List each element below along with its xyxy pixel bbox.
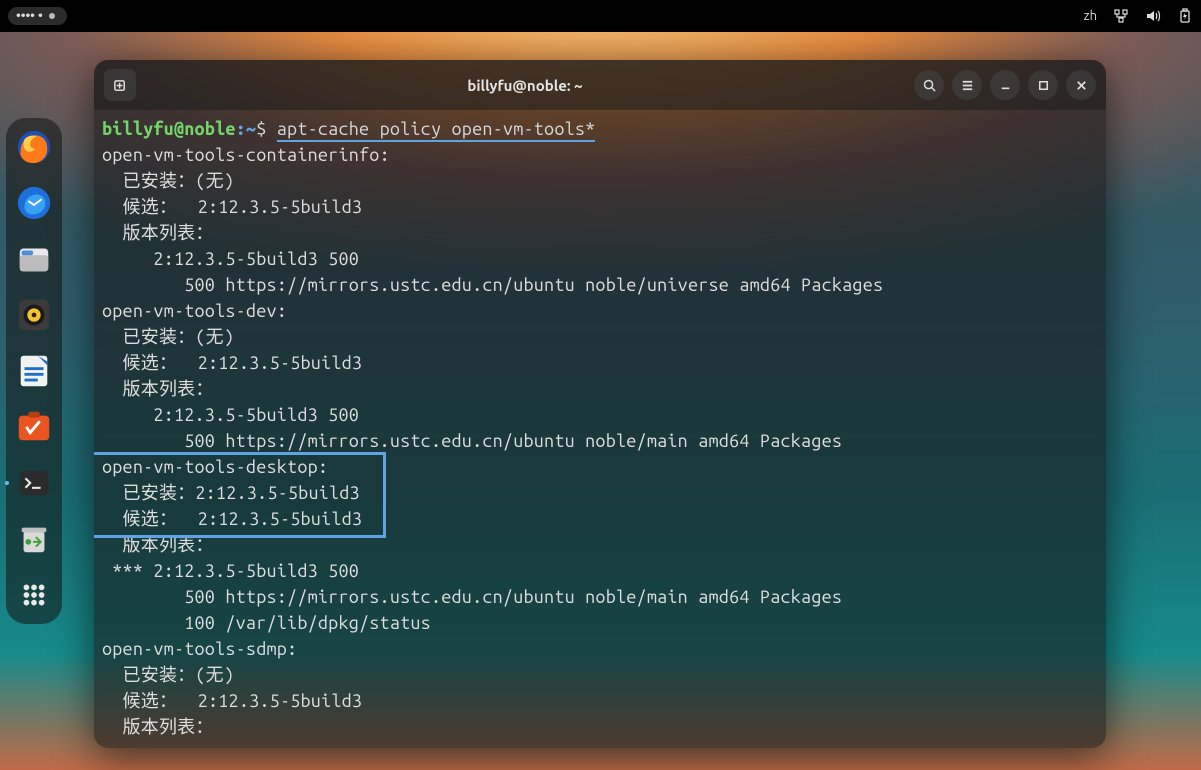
terminal-line: open-vm-tools-sdmp: xyxy=(102,639,297,659)
terminal-line: 已安装：(无) xyxy=(102,665,234,685)
trash-icon[interactable] xyxy=(11,516,57,562)
ubuntu-software-icon[interactable] xyxy=(11,404,57,450)
volume-icon[interactable] xyxy=(1145,8,1161,24)
terminal-line: 已安装：2:12.3.5-5build3 xyxy=(102,483,360,503)
terminal-line: open-vm-tools-dev: xyxy=(102,301,287,321)
prompt-colon: : xyxy=(236,119,246,139)
close-button[interactable] xyxy=(1066,70,1096,100)
menu-button[interactable] xyxy=(952,70,982,100)
new-tab-button[interactable] xyxy=(104,69,136,101)
terminal-line: 500 https://mirrors.ustc.edu.cn/ubuntu n… xyxy=(102,431,842,451)
activities-button[interactable]: •••• • xyxy=(8,7,67,25)
ime-indicator[interactable]: zh xyxy=(1084,9,1097,23)
window-title: billyfu@noble: ~ xyxy=(144,77,906,94)
libreoffice-writer-icon[interactable] xyxy=(11,348,57,394)
top-bar: •••• • zh xyxy=(0,0,1201,32)
terminal-line: open-vm-tools-desktop: xyxy=(102,457,328,477)
firefox-icon[interactable] xyxy=(11,124,57,170)
prompt-path: ~ xyxy=(246,119,256,139)
search-button[interactable] xyxy=(914,70,944,100)
maximize-button[interactable] xyxy=(1028,70,1058,100)
battery-icon[interactable] xyxy=(1177,8,1193,24)
terminal-line: 候选： 2:12.3.5-5build3 xyxy=(102,197,362,217)
terminal-line: 100 /var/lib/dpkg/status xyxy=(102,613,431,633)
window-titlebar: billyfu@noble: ~ xyxy=(94,60,1106,110)
terminal-body[interactable]: billyfu@noble:~$ apt-cache policy open-v… xyxy=(94,110,1106,748)
minimize-button[interactable] xyxy=(990,70,1020,100)
terminal-line: 500 https://mirrors.ustc.edu.cn/ubuntu n… xyxy=(102,275,883,295)
activities-label: •••• • xyxy=(16,9,43,23)
terminal-line: 已安装：(无) xyxy=(102,327,234,347)
activities-dot-icon xyxy=(49,13,55,19)
terminal-line: 版本列表： xyxy=(102,379,214,399)
terminal-line: 候选： 2:12.3.5-5build3 xyxy=(102,509,362,529)
terminal-line: 版本列表： xyxy=(102,223,214,243)
terminal-line: 候选： 2:12.3.5-5build3 xyxy=(102,691,362,711)
prompt-dollar: $ xyxy=(256,119,266,139)
prompt-user: billyfu@noble xyxy=(102,119,236,139)
show-apps-icon[interactable] xyxy=(11,572,57,618)
terminal-line: 500 https://mirrors.ustc.edu.cn/ubuntu n… xyxy=(102,587,842,607)
files-icon[interactable] xyxy=(11,236,57,282)
thunderbird-icon[interactable] xyxy=(11,180,57,226)
system-tray: zh xyxy=(1084,8,1193,24)
terminal-line: 2:12.3.5-5build3 500 xyxy=(102,249,359,269)
terminal-line: 已安装：(无) xyxy=(102,171,234,191)
prompt-command: apt-cache policy open-vm-tools* xyxy=(277,119,596,142)
dock xyxy=(6,118,62,624)
rhythmbox-icon[interactable] xyxy=(11,292,57,338)
terminal-line: 候选： 2:12.3.5-5build3 xyxy=(102,353,362,373)
terminal-window: billyfu@noble: ~ billyfu@noble:~$ apt-ca… xyxy=(94,60,1106,748)
terminal-line: open-vm-tools-containerinfo: xyxy=(102,145,390,165)
terminal-line: 版本列表： xyxy=(102,717,214,737)
terminal-icon[interactable] xyxy=(11,460,57,506)
terminal-line: 版本列表： xyxy=(102,535,214,555)
network-icon[interactable] xyxy=(1113,8,1129,24)
terminal-line: *** 2:12.3.5-5build3 500 xyxy=(102,561,359,581)
terminal-line: 2:12.3.5-5build3 500 xyxy=(102,405,359,425)
